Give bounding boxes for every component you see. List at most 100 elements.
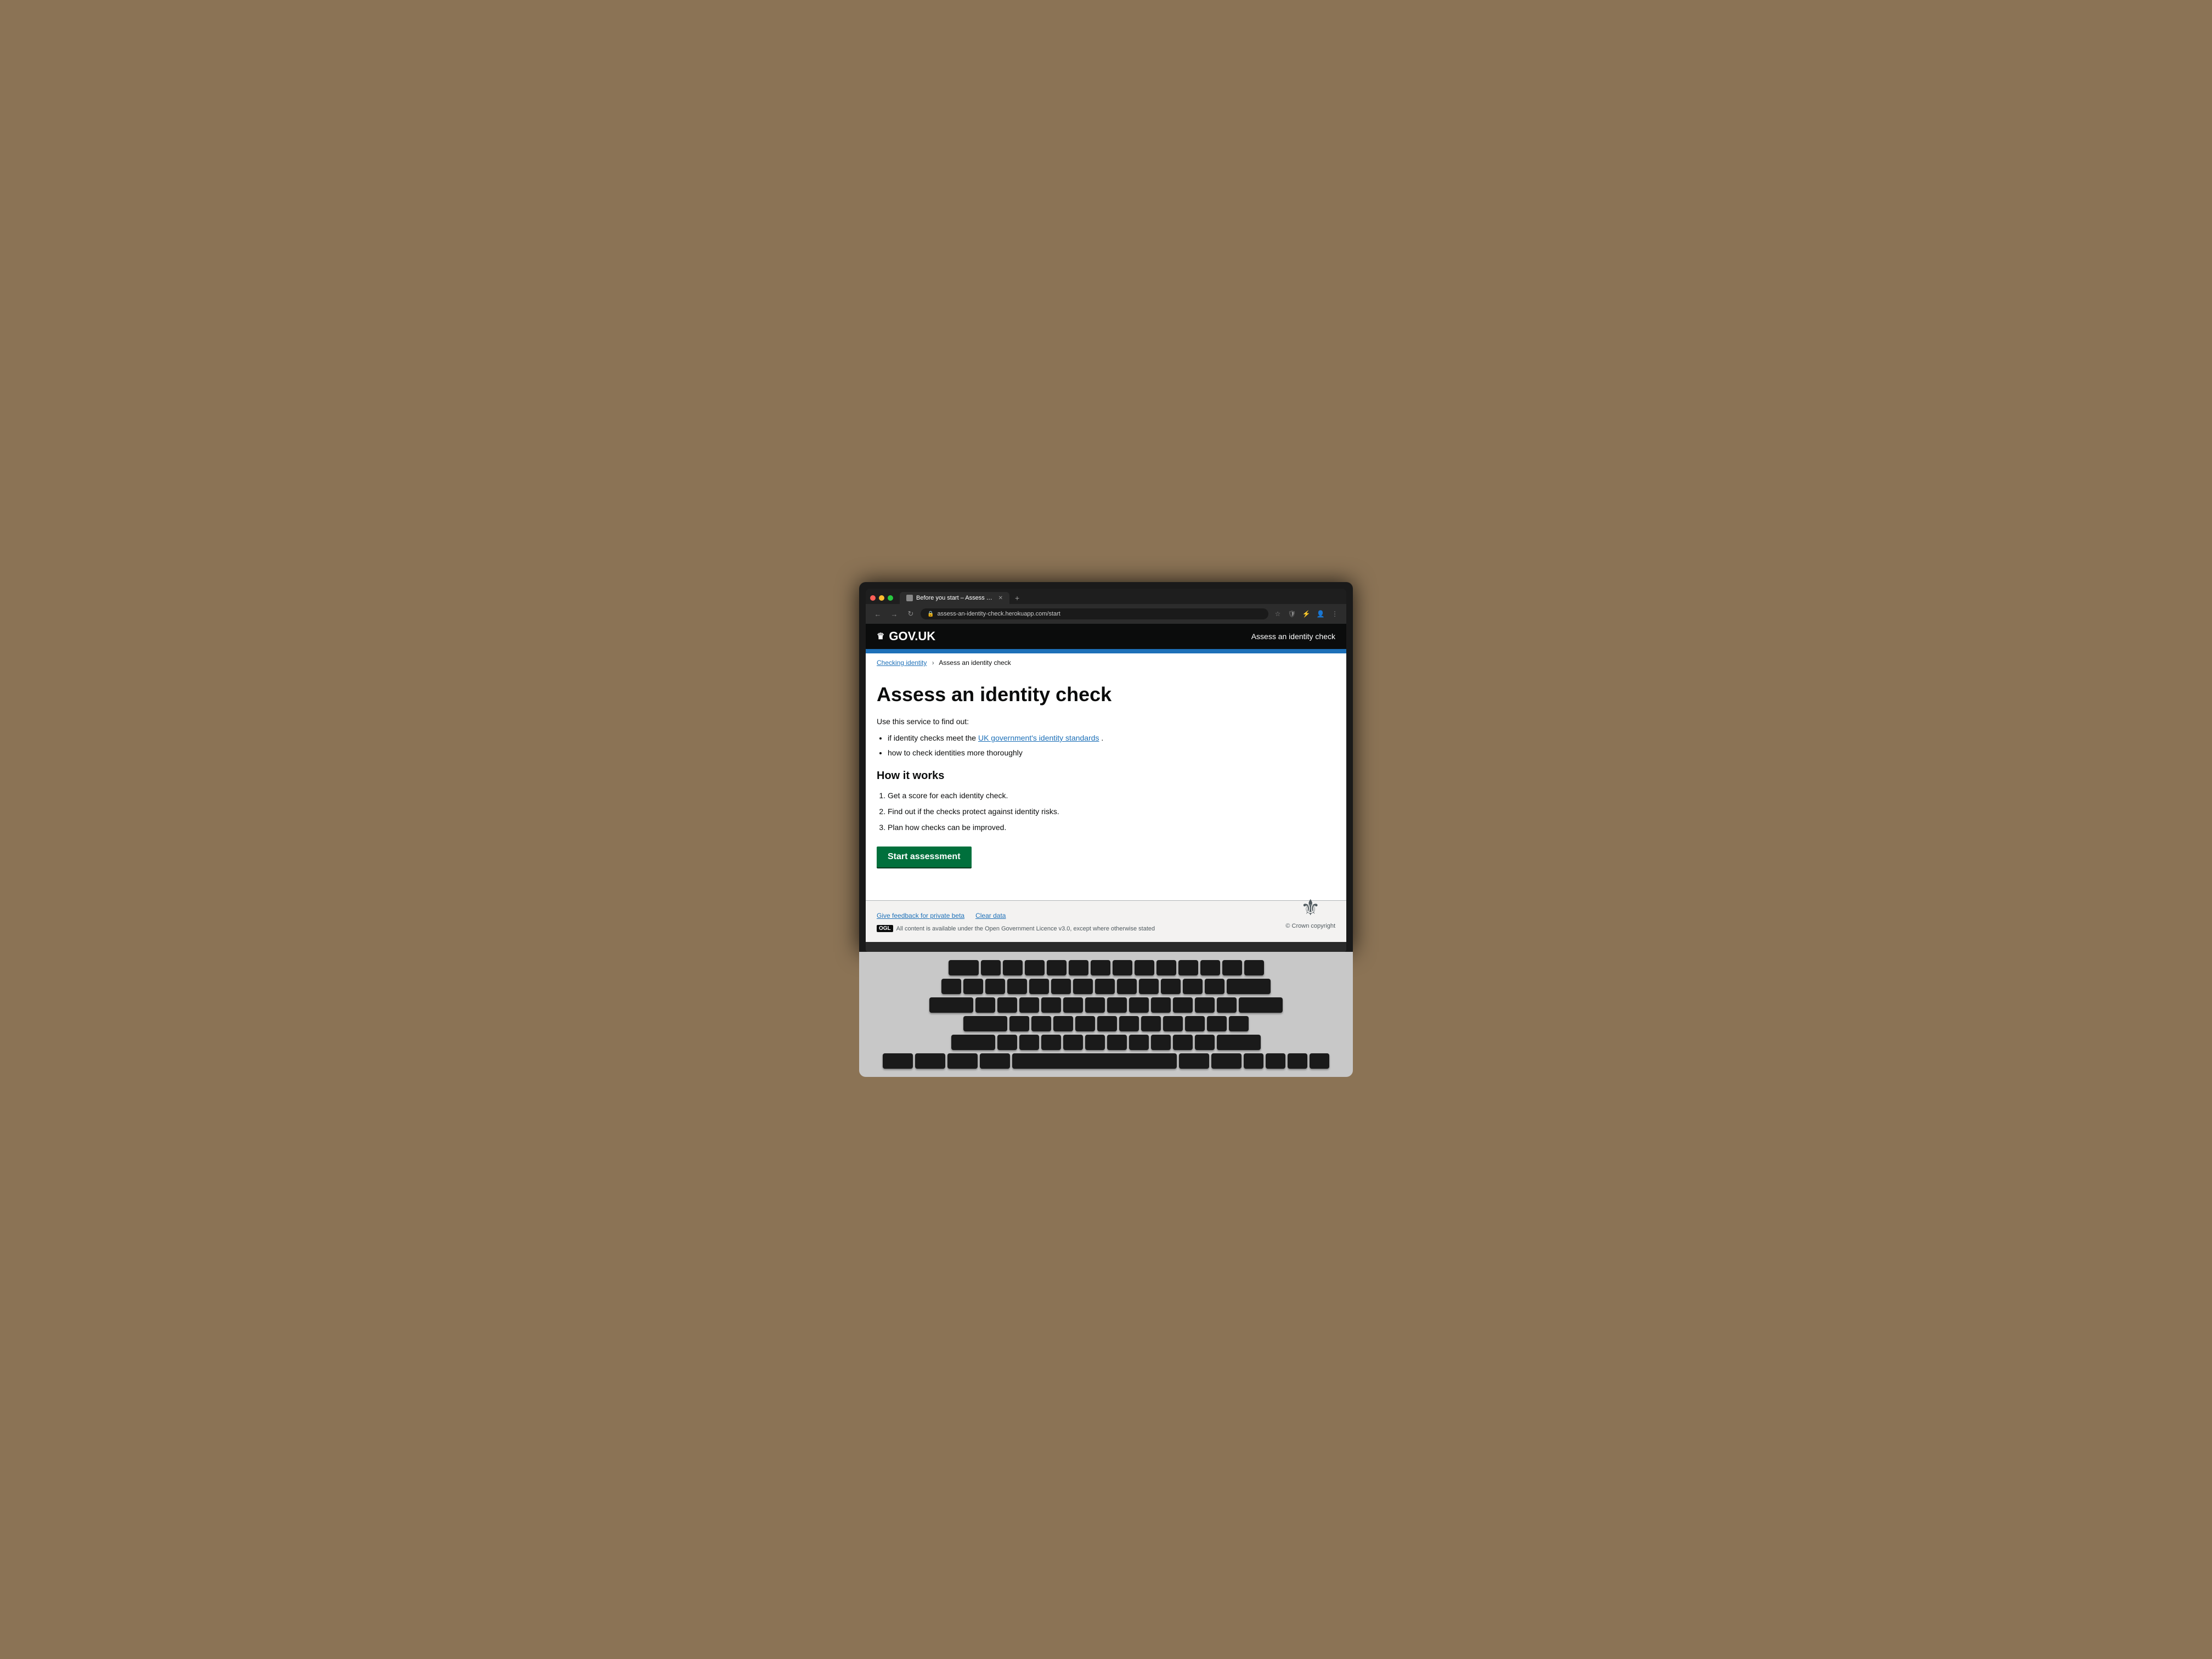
left-arrow-key[interactable] (1244, 1053, 1263, 1069)
close-button[interactable] (870, 595, 876, 601)
y-key[interactable] (1085, 997, 1105, 1013)
f5-key[interactable] (1069, 960, 1088, 975)
profile-icon[interactable]: 👤 (1314, 608, 1327, 620)
f8-key[interactable] (1135, 960, 1154, 975)
identity-standards-link[interactable]: UK government's identity standards (978, 733, 1099, 742)
alt-right-key[interactable] (1211, 1053, 1242, 1069)
f1-key[interactable] (981, 960, 1001, 975)
fn-key[interactable] (883, 1053, 913, 1069)
w-key[interactable] (997, 997, 1017, 1013)
tab-close-icon[interactable]: ✕ (998, 595, 1003, 601)
minus-key[interactable] (1183, 979, 1203, 994)
v-key[interactable] (1063, 1035, 1083, 1050)
ctrl-key[interactable] (915, 1053, 945, 1069)
f2-key[interactable] (1003, 960, 1023, 975)
equals-key[interactable] (1205, 979, 1224, 994)
semicolon-key[interactable] (1207, 1016, 1227, 1031)
feedback-link[interactable]: Give feedback for private beta (877, 912, 964, 919)
4-key[interactable] (1029, 979, 1049, 994)
i-key[interactable] (1129, 997, 1149, 1013)
caps-key[interactable] (963, 1016, 1007, 1031)
l-key[interactable] (1185, 1016, 1205, 1031)
6-key[interactable] (1073, 979, 1093, 994)
k-key[interactable] (1163, 1016, 1183, 1031)
j-key[interactable] (1141, 1016, 1161, 1031)
start-assessment-button[interactable]: Start assessment (877, 847, 972, 867)
f6-key[interactable] (1091, 960, 1110, 975)
new-tab-button[interactable]: + (1012, 592, 1023, 603)
active-tab[interactable]: Before you start – Assess an id ✕ (900, 592, 1009, 604)
f-key[interactable] (1075, 1016, 1095, 1031)
7-key[interactable] (1095, 979, 1115, 994)
u-key[interactable] (1107, 997, 1127, 1013)
3-key[interactable] (1007, 979, 1027, 994)
return-key[interactable] (1239, 997, 1283, 1013)
e-key[interactable] (1019, 997, 1039, 1013)
f10-key[interactable] (1178, 960, 1198, 975)
8-key[interactable] (1117, 979, 1137, 994)
n-key[interactable] (1107, 1035, 1127, 1050)
forward-button[interactable]: → (888, 607, 901, 620)
refresh-button[interactable]: ↻ (904, 607, 917, 620)
lbracket-key[interactable] (1195, 997, 1215, 1013)
5-key[interactable] (1051, 979, 1071, 994)
shield-icon[interactable]: 🛡 (1286, 608, 1298, 620)
p-key[interactable] (1173, 997, 1193, 1013)
s-key[interactable] (1031, 1016, 1051, 1031)
1-key[interactable] (963, 979, 983, 994)
g-key[interactable] (1097, 1016, 1117, 1031)
menu-icon[interactable]: ⋮ (1329, 608, 1341, 620)
space-key[interactable] (1012, 1053, 1177, 1069)
bookmark-icon[interactable]: ☆ (1272, 608, 1284, 620)
f7-key[interactable] (1113, 960, 1132, 975)
shift-left-key[interactable] (951, 1035, 995, 1050)
period-key[interactable] (1173, 1035, 1193, 1050)
address-bar[interactable]: 🔒 assess-an-identity-check.herokuapp.com… (921, 608, 1268, 619)
quote-key[interactable] (1229, 1016, 1249, 1031)
bullet-2-text: how to check identities more thoroughly (888, 748, 1023, 757)
cmd-left-key[interactable] (980, 1053, 1010, 1069)
a-key[interactable] (1009, 1016, 1029, 1031)
rbracket-key[interactable] (1217, 997, 1237, 1013)
9-key[interactable] (1139, 979, 1159, 994)
o-key[interactable] (1151, 997, 1171, 1013)
back-button[interactable]: ← (871, 607, 884, 620)
f4-key[interactable] (1047, 960, 1066, 975)
clear-data-link[interactable]: Clear data (975, 912, 1006, 919)
alt-key[interactable] (947, 1053, 978, 1069)
tab-key[interactable] (929, 997, 973, 1013)
backspace-key[interactable] (1227, 979, 1271, 994)
f3-key[interactable] (1025, 960, 1045, 975)
2-key[interactable] (985, 979, 1005, 994)
m-key[interactable] (1129, 1035, 1149, 1050)
c-key[interactable] (1041, 1035, 1061, 1050)
q-key[interactable] (975, 997, 995, 1013)
esc-key[interactable] (949, 960, 979, 975)
extensions-icon[interactable]: ⚡ (1300, 608, 1312, 620)
backtick-key[interactable] (941, 979, 961, 994)
x-key[interactable] (1019, 1035, 1039, 1050)
down-arrow-key[interactable] (1288, 1053, 1307, 1069)
power-key[interactable] (1244, 960, 1264, 975)
z-key[interactable] (997, 1035, 1017, 1050)
up-arrow-key[interactable] (1266, 1053, 1285, 1069)
t-key[interactable] (1063, 997, 1083, 1013)
f9-key[interactable] (1156, 960, 1176, 975)
comma-key[interactable] (1151, 1035, 1171, 1050)
minimize-button[interactable] (879, 595, 884, 601)
fullscreen-button[interactable] (888, 595, 893, 601)
shift-right-key[interactable] (1217, 1035, 1261, 1050)
f11-key[interactable] (1200, 960, 1220, 975)
0-key[interactable] (1161, 979, 1181, 994)
slash-key[interactable] (1195, 1035, 1215, 1050)
cmd-right-key[interactable] (1179, 1053, 1209, 1069)
crown-copyright-logo: ⚜ (1285, 895, 1335, 921)
tab-bar: Before you start – Assess an id ✕ + (866, 589, 1346, 604)
b-key[interactable] (1085, 1035, 1105, 1050)
right-arrow-key[interactable] (1310, 1053, 1329, 1069)
f12-key[interactable] (1222, 960, 1242, 975)
d-key[interactable] (1053, 1016, 1073, 1031)
r-key[interactable] (1041, 997, 1061, 1013)
breadcrumb-parent-link[interactable]: Checking identity (877, 659, 927, 667)
h-key[interactable] (1119, 1016, 1139, 1031)
